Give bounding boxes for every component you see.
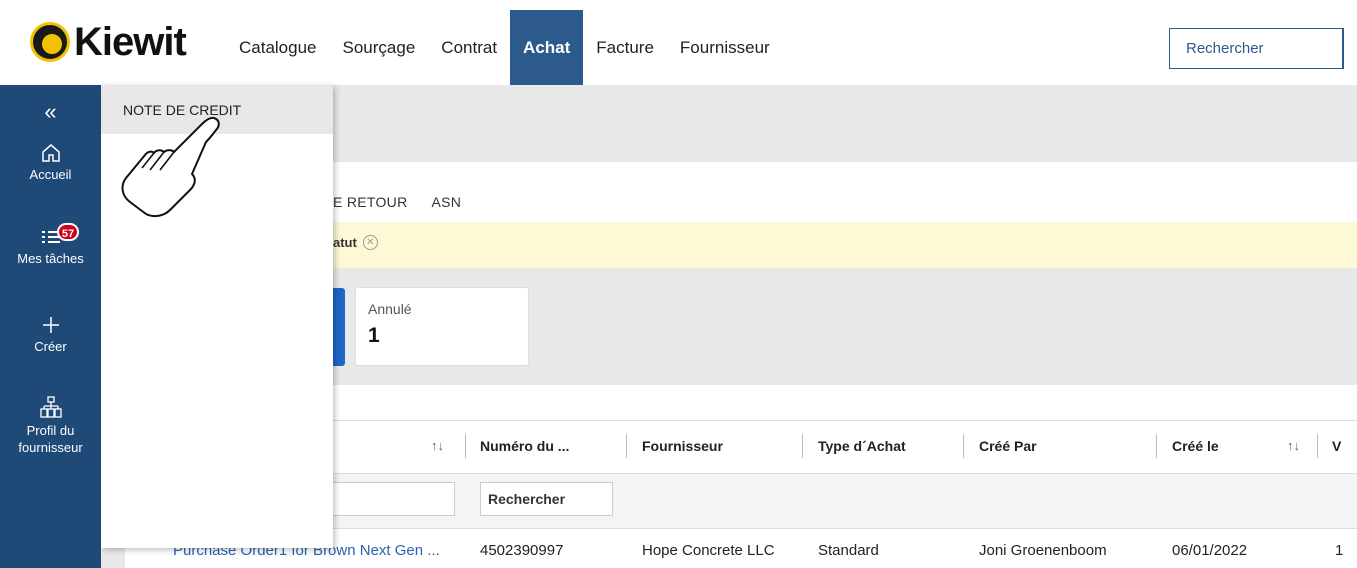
selected-card-accent[interactable] [333,288,345,366]
document-tabs: E RETOUR ASN [333,194,461,210]
tab-asn[interactable]: ASN [432,194,462,210]
tab-retour[interactable]: E RETOUR [333,194,408,210]
org-chart-icon [39,396,62,418]
order-type: Standard [818,542,879,559]
column-header-created-by[interactable]: Créé Par [979,438,1037,454]
order-created-by: Joni Groenenboom [979,542,1107,559]
nav-sourcage[interactable]: Sourçage [330,10,429,85]
order-supplier: Hope Concrete LLC [642,542,775,559]
status-card-label: Annulé [368,301,412,317]
column-header-type[interactable]: Type d´Achat [818,438,906,454]
kiewit-logo[interactable]: Kiewit [30,19,187,64]
tasks-count-badge: 57 [57,223,79,241]
nav-fournisseur[interactable]: Fournisseur [667,10,783,85]
order-created-on: 06/01/2022 [1172,542,1248,559]
nav-facture[interactable]: Facture [583,10,667,85]
column-separator [465,434,466,458]
sidebar-item-label: Accueil [29,167,72,182]
order-number: 4502390997 [480,542,564,559]
sidebar-item-creer[interactable]: Créer [0,315,101,355]
sidebar-item-accueil[interactable]: Accueil [0,143,101,183]
nav-achat[interactable]: Achat [510,10,584,85]
top-navigation: Catalogue Sourçage Contrat Achat Facture… [226,10,783,85]
column-separator [1156,434,1157,458]
column-separator [802,434,803,458]
sidebar-item-profil-fournisseur[interactable]: Profil du fournisseur [0,395,101,456]
column-header-v[interactable]: V [1332,438,1341,454]
sort-icon[interactable]: ↑↓ [1287,438,1300,453]
column-header-number[interactable]: Numéro du ... [480,438,569,454]
double-chevron-left-icon: « [44,99,57,124]
kiewit-seal-icon [30,22,70,62]
remove-filter-icon[interactable]: ✕ [362,235,378,250]
sort-icon[interactable]: ↑↓ [431,438,444,453]
global-search-input[interactable]: Rechercher [1169,28,1344,69]
column-header-supplier[interactable]: Fournisseur [642,438,723,454]
sidebar-item-label: Profil du fournisseur [18,423,83,455]
column-separator [963,434,964,458]
order-extra-value: 1 [1335,542,1344,559]
top-bar: Kiewit Catalogue Sourçage Contrat Achat … [0,0,1357,85]
sidebar-item-mes-taches[interactable]: 57 Mes tâches [0,223,101,267]
brand-name: Kiewit [74,19,187,64]
status-filter-label: atut [333,235,357,250]
column-header-created-on[interactable]: Créé le [1172,438,1219,454]
sidebar-item-label: Créer [34,339,67,354]
nav-contrat[interactable]: Contrat [428,10,510,85]
nav-catalogue[interactable]: Catalogue [226,10,330,85]
collapse-sidebar-button[interactable]: « [0,99,101,125]
status-filter-chip[interactable]: atut ✕ [333,235,378,250]
sidebar-item-label: Mes tâches [17,251,84,266]
home-icon [41,144,60,162]
column-separator [1317,434,1318,458]
number-filter-input[interactable]: Rechercher [480,482,613,516]
left-sidebar: « Accueil 57 Mes tâches Créer Profil du … [0,85,101,568]
pointing-hand-cursor-icon [121,116,220,218]
plus-icon [42,317,59,333]
status-card-count: 1 [368,324,380,347]
column-separator [626,434,627,458]
status-card-annule[interactable]: Annulé 1 [355,287,529,366]
